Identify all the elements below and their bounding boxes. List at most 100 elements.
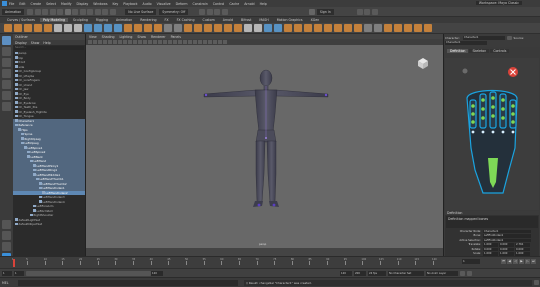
menu-arnold[interactable]: Arnold xyxy=(244,2,254,6)
animation-end-field[interactable]: 200 xyxy=(354,270,366,276)
transform-value[interactable]: 0.000 xyxy=(499,247,514,251)
select-tool-icon[interactable] xyxy=(2,36,11,45)
step-back-icon[interactable]: ◀ xyxy=(507,259,512,264)
shelf-append-icon[interactable] xyxy=(184,24,192,32)
shelf-smooth-icon[interactable] xyxy=(114,24,122,32)
playback-end-field[interactable]: 120 xyxy=(151,270,163,276)
shelf-combine-icon[interactable] xyxy=(94,24,102,32)
shelf-cube-icon[interactable] xyxy=(14,24,22,32)
shelf-tab-arnold[interactable]: Arnold xyxy=(220,18,236,22)
shelf-wedge-icon[interactable] xyxy=(294,24,302,32)
shelf-chamfer-icon[interactable] xyxy=(314,24,322,32)
shelf-tab-fx[interactable]: FX xyxy=(162,18,172,22)
menu-visualize[interactable]: Visualize xyxy=(157,2,171,6)
outliner-search-input[interactable]: Search... xyxy=(14,46,84,50)
live-surface-field[interactable]: No Live Surface xyxy=(125,8,157,15)
shelf-cut-uv-icon[interactable] xyxy=(424,24,432,32)
anim-prefs-icon[interactable] xyxy=(466,270,472,276)
shelf-collapse-icon[interactable] xyxy=(254,24,262,32)
menu-modify[interactable]: Modify xyxy=(61,2,72,6)
last-tool-icon[interactable] xyxy=(2,102,11,111)
transform-value[interactable]: 1.000 xyxy=(483,243,498,247)
transform-value[interactable]: 1.000 xyxy=(499,252,514,256)
menu-constrain[interactable]: Constrain xyxy=(193,2,208,6)
shelf-bevel-icon[interactable] xyxy=(164,24,172,32)
script-editor-icon[interactable] xyxy=(533,280,539,285)
redo-icon[interactable] xyxy=(57,8,64,15)
transform-value[interactable]: 0.000 xyxy=(515,247,530,251)
shelf-circularize-icon[interactable] xyxy=(264,24,272,32)
transform-value[interactable]: 0.000 xyxy=(499,243,514,247)
property-value[interactable]: Character1 xyxy=(483,229,531,233)
attribute-editor-icon[interactable] xyxy=(364,8,371,15)
menu-windows[interactable]: Windows xyxy=(93,2,107,6)
select-component-icon[interactable] xyxy=(79,8,86,15)
shelf-tab-bifrost[interactable]: Bifrost xyxy=(238,18,254,22)
shelf-fill-hole-icon[interactable] xyxy=(174,24,182,32)
transform-value[interactable]: 1.000 xyxy=(483,252,498,256)
menu-create[interactable]: Create xyxy=(31,2,42,6)
transform-value[interactable]: 0.000 xyxy=(483,247,498,251)
snap-grid-icon[interactable] xyxy=(87,8,94,15)
range-slider[interactable] xyxy=(26,270,151,276)
shelf-tab-animation[interactable]: Animation xyxy=(113,18,135,22)
time-slider[interactable]: 1510152025303540455055606570758085909510… xyxy=(0,256,540,268)
menu-file[interactable]: File xyxy=(9,2,14,6)
hik-tab-skeleton[interactable]: Skeleton xyxy=(469,49,490,53)
character-mesh[interactable] xyxy=(86,34,443,248)
save-scene-icon[interactable] xyxy=(42,8,49,15)
property-value[interactable]: LeftFootIndex1 xyxy=(483,238,531,242)
shelf-target-weld-icon[interactable] xyxy=(204,24,212,32)
shelf-quadrangulate-icon[interactable] xyxy=(354,24,362,32)
symmetry-selector[interactable]: Symmetry: Off xyxy=(159,8,189,15)
account-icon[interactable] xyxy=(309,8,316,15)
shelf-separate-icon[interactable] xyxy=(104,24,112,32)
menu-display[interactable]: Display xyxy=(77,2,89,6)
snap-point-icon[interactable] xyxy=(102,8,109,15)
shelf-bridge-icon[interactable] xyxy=(154,24,162,32)
undo-icon[interactable] xyxy=(49,8,56,15)
end-time-field[interactable]: 120 xyxy=(340,270,352,276)
four-view-icon[interactable] xyxy=(2,231,11,240)
shelf-cylindrical-map-icon[interactable] xyxy=(394,24,402,32)
render-settings-icon[interactable] xyxy=(214,8,221,15)
hik-tab-controls[interactable]: Controls xyxy=(490,49,510,53)
current-time-marker[interactable] xyxy=(13,259,15,267)
shelf-tab-rigging[interactable]: Rigging xyxy=(93,18,111,22)
snap-curve-icon[interactable] xyxy=(94,8,101,15)
play-forward-icon[interactable]: ▶ xyxy=(519,259,524,264)
hik-tab-definition[interactable]: Definition xyxy=(447,49,469,53)
source-dropdown[interactable]: Character1 xyxy=(445,41,487,46)
shelf-tab-xgen[interactable]: XGen xyxy=(308,18,323,22)
play-back-icon[interactable]: ◁ xyxy=(513,259,518,264)
shelf-cylinder-icon[interactable] xyxy=(24,24,32,32)
shelf-tab-rendering[interactable]: Rendering xyxy=(137,18,159,22)
workspace-selector[interactable]: Workspace: Maya Classic xyxy=(475,1,522,5)
start-time-field[interactable]: 1 xyxy=(2,270,12,276)
shelf-insert-edge-icon[interactable] xyxy=(214,24,222,32)
property-value[interactable]: LeftFootIndex1 xyxy=(483,234,531,238)
shelf-reduce-icon[interactable] xyxy=(324,24,332,32)
shelf-extrude-icon[interactable] xyxy=(144,24,152,32)
command-input[interactable] xyxy=(18,279,238,286)
menu-select[interactable]: Select xyxy=(46,2,56,6)
shelf-connect-icon[interactable] xyxy=(234,24,242,32)
menu-edit[interactable]: Edit xyxy=(19,2,25,6)
shelf-tab-fx-caching[interactable]: FX Caching xyxy=(174,18,198,22)
menu-deform[interactable]: Deform xyxy=(176,2,188,6)
shelf-offset-loop-icon[interactable] xyxy=(224,24,232,32)
go-end-icon[interactable]: ⏭ xyxy=(531,259,536,264)
transform-value[interactable]: 2.761 xyxy=(515,243,530,247)
shelf-sphere-icon[interactable] xyxy=(4,24,12,32)
shelf-cleanup-icon[interactable] xyxy=(334,24,342,32)
shelf-multicut-icon[interactable] xyxy=(194,24,202,32)
playback-start-field[interactable]: 1 xyxy=(14,270,24,276)
transform-value[interactable]: 1.000 xyxy=(515,252,530,256)
shelf-tab-curves-surfaces[interactable]: Curves / Surfaces xyxy=(4,18,38,22)
step-forward-icon[interactable]: ▷ xyxy=(525,259,530,264)
channel-box-icon[interactable] xyxy=(371,8,378,15)
shelf-tab-sculpting[interactable]: Sculpting xyxy=(70,18,91,22)
shelf-tab-mash[interactable]: MASH xyxy=(256,18,271,22)
single-view-icon[interactable] xyxy=(2,220,11,229)
new-scene-icon[interactable] xyxy=(27,8,34,15)
